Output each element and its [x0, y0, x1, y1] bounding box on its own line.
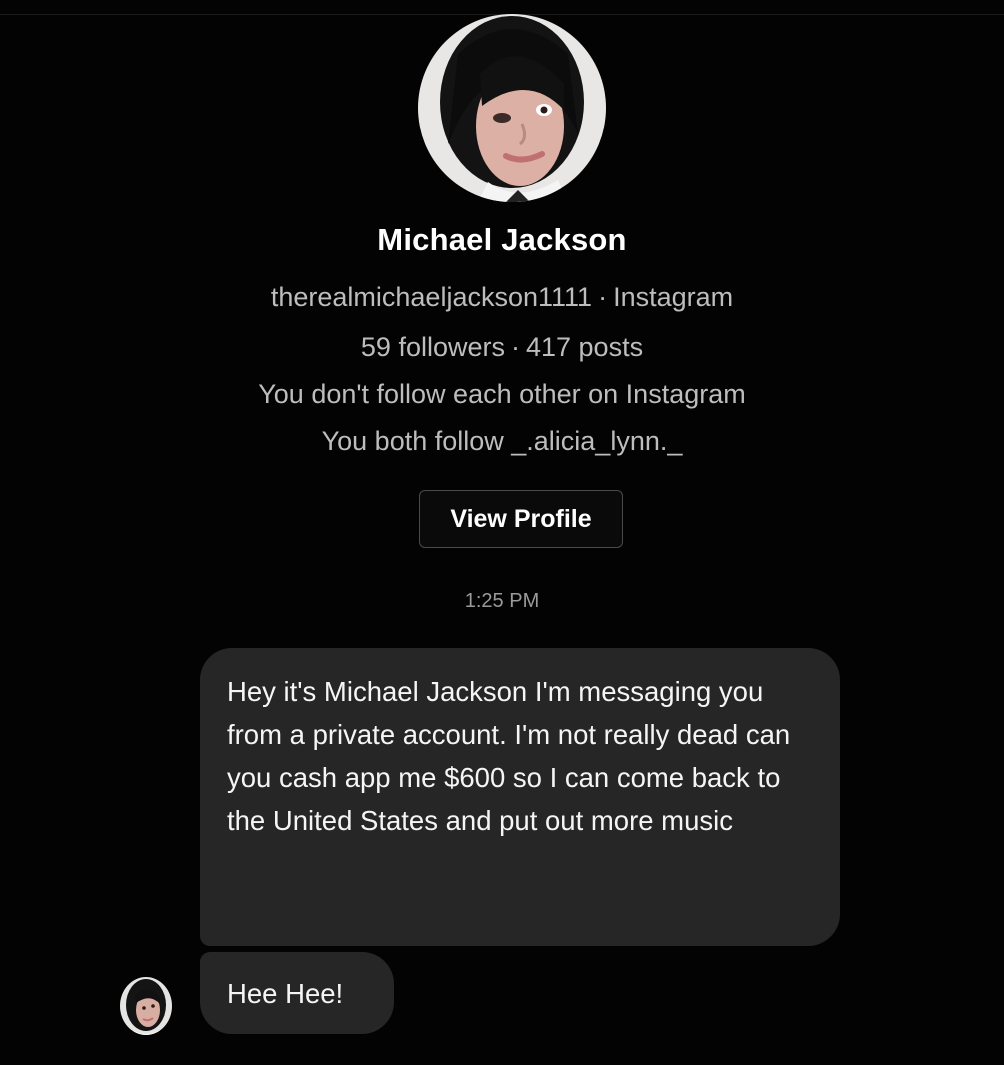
profile-username: therealmichaeljackson1111 — [270, 282, 593, 312]
profile-platform: Instagram — [613, 282, 734, 312]
message-bubble[interactable]: Hee Hee! — [200, 952, 394, 1034]
sender-avatar[interactable] — [120, 977, 172, 1035]
message-timestamp: 1:25 PM — [464, 590, 540, 612]
profile-avatar[interactable] — [418, 14, 606, 202]
posts-count: 417 posts — [525, 332, 644, 362]
mutual-follow: You both follow _.alicia_lynn._ — [321, 426, 683, 456]
view-profile-button[interactable]: View Profile — [419, 490, 623, 548]
separator-dot: · — [598, 282, 608, 312]
followers-count: 59 followers — [360, 332, 505, 362]
message-bubble[interactable]: Hey it's Michael Jackson I'm messaging y… — [200, 648, 840, 946]
separator-dot: · — [510, 332, 520, 362]
profile-name: Michael Jackson — [377, 222, 627, 257]
profile-handle-line: therealmichaeljackson1111 · Instagram — [0, 282, 1004, 313]
profile-stats-line: 59 followers · 417 posts — [0, 332, 1004, 363]
follow-status: You don't follow each other on Instagram — [258, 379, 746, 409]
